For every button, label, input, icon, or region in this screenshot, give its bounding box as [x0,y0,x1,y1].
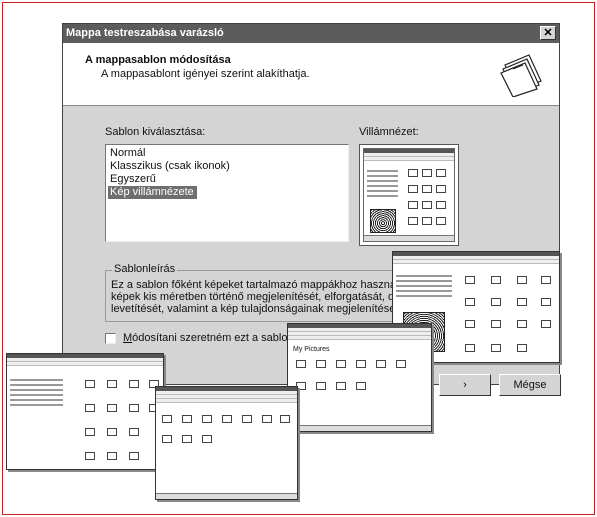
thumbnail-window-bottom [155,386,298,500]
cancel-button[interactable]: Mégse [499,374,561,396]
modify-template-label[interactable]: Módosítani szeretném ezt a sablont [123,332,297,344]
header-title: A mappasablon módosítása [85,54,231,66]
template-option-selected[interactable]: Kép villámnézete [108,186,197,199]
thumbnail-window-center: My Pictures [287,323,432,432]
description-group: Sablonleírás Ez a sablon főként képeket … [105,263,401,322]
description-line: Ez a sablon főként képeket tartalmazó ma… [111,279,401,291]
window-title: Mappa testreszabása varázsló [66,27,224,39]
description-text: Ez a sablon főként képeket tartalmazó ma… [111,279,401,315]
template-listbox[interactable]: Normál Klasszikus (csak ikonok) Egyszerű… [105,144,349,242]
mini-folder-title: My Pictures [293,346,330,353]
template-preview [359,144,459,246]
preview-label: Villámnézet: [359,126,419,138]
template-option[interactable]: Normál [108,147,346,160]
access-key: M [123,332,133,344]
template-option[interactable]: Egyszerű [108,173,346,186]
template-label: Sablon kiválasztása: [105,126,206,138]
checkbox-label-text: ódosítani szeretném ezt a sablont [132,332,297,344]
header-subtitle: A mappasablont igényei szerint alakíthat… [101,68,310,80]
wizard-header: A mappasablon módosítása A mappasablont … [63,43,559,106]
next-button-label: › [463,379,467,391]
title-bar[interactable]: Mappa testreszabása varázsló ✕ [63,24,559,43]
template-option[interactable]: Klasszikus (csak ikonok) [108,160,346,173]
modify-template-checkbox[interactable] [105,333,116,344]
description-line: képek kis méretben történő megjelenítésé… [111,291,401,303]
thumbnail-window-left [6,353,164,470]
description-legend: Sablonleírás [112,263,178,275]
description-line: levetítését, valamint a kép tulajdonsága… [111,303,401,315]
close-button[interactable]: ✕ [540,26,556,40]
folders-icon [500,54,542,97]
next-button[interactable]: › [439,374,491,396]
